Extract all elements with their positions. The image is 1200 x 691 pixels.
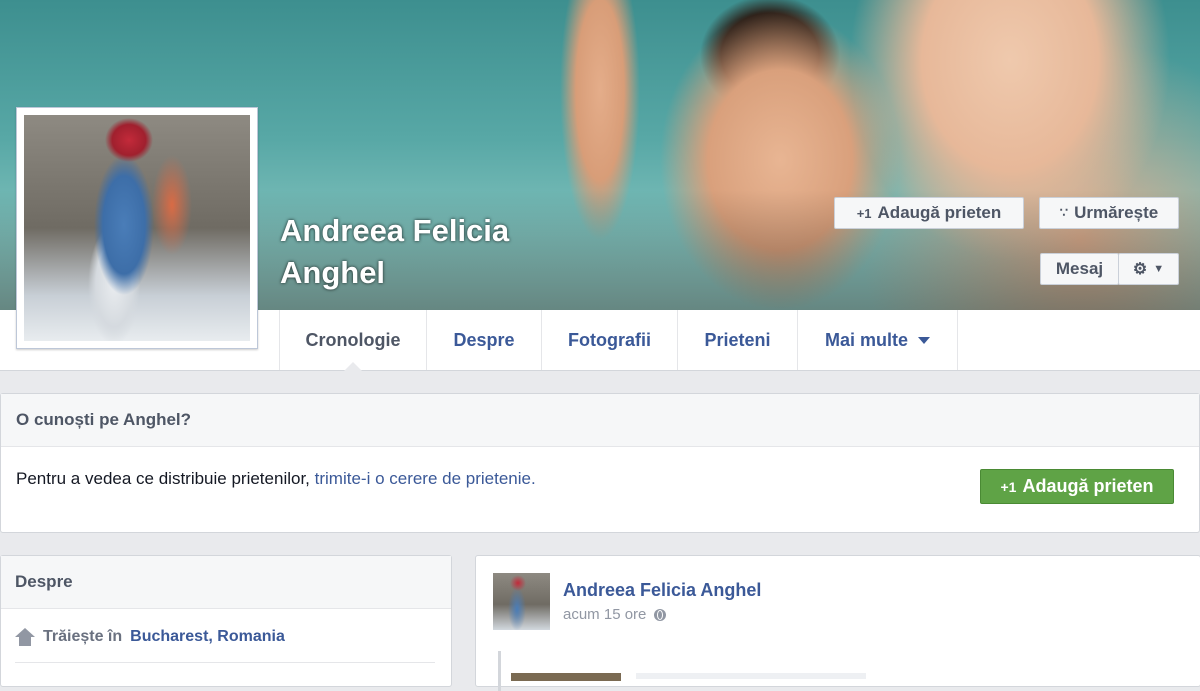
shared-content-border xyxy=(498,651,501,691)
tab-label: Mai multe xyxy=(824,329,908,350)
lives-in-label: Trăiește în xyxy=(43,628,123,645)
lives-in-row: Trăiește în Bucharest, Romania xyxy=(15,628,285,646)
add-friend-icon: +1 xyxy=(1000,478,1017,495)
globe-icon[interactable] xyxy=(654,608,667,621)
profile-picture-image xyxy=(24,115,250,341)
home-icon xyxy=(15,628,35,646)
timeline-post: Andreea Felicia Anghel acum 15 ore xyxy=(475,555,1200,691)
about-box: Despre Trăiește în Bucharest, Romania xyxy=(0,555,452,687)
tab-despre[interactable]: Despre xyxy=(426,310,541,370)
profile-name-line2: Anghel xyxy=(280,255,386,290)
lives-in-place-link[interactable]: Bucharest, Romania xyxy=(130,628,285,646)
post-meta: acum 15 ore xyxy=(563,606,667,623)
tab-label: Prieteni xyxy=(704,329,771,350)
settings-dropdown-button[interactable]: ⚙ ▼ xyxy=(1118,253,1179,285)
tab-prieteni[interactable]: Prieteni xyxy=(677,310,797,370)
rss-icon: ∵ xyxy=(1059,205,1069,220)
shared-content-title xyxy=(636,673,866,679)
tab-cronologie[interactable]: Cronologie xyxy=(279,310,426,371)
profile-picture[interactable] xyxy=(16,107,258,349)
divider xyxy=(15,662,435,663)
follow-label: Urmărește xyxy=(1074,203,1159,222)
follow-button[interactable]: ∵ Urmărește xyxy=(1039,197,1179,229)
add-friend-green-button[interactable]: +1 Adaugă prieten xyxy=(980,469,1174,504)
message-button[interactable]: Mesaj xyxy=(1040,253,1119,285)
tab-mai-multe[interactable]: Mai multe xyxy=(797,310,958,370)
know-box-description: Pentru a vedea ce distribuie prietenilor… xyxy=(16,469,315,488)
post-author-avatar[interactable] xyxy=(493,573,550,630)
add-friend-icon: +1 xyxy=(856,205,872,221)
shared-content-thumbnail[interactable] xyxy=(511,673,621,681)
add-friend-green-label: Adaugă prieten xyxy=(1022,476,1154,496)
gear-icon: ⚙ xyxy=(1132,261,1148,278)
tab-fotografii[interactable]: Fotografii xyxy=(541,310,677,370)
post-author-name[interactable]: Andreea Felicia Anghel xyxy=(563,580,761,601)
add-friend-button[interactable]: +1 Adaugă prieten xyxy=(834,197,1024,229)
post-timestamp[interactable]: acum 15 ore xyxy=(563,606,646,623)
chevron-down-icon xyxy=(918,336,930,344)
chevron-down-icon: ▼ xyxy=(1153,263,1165,275)
add-friend-label: Adaugă prieten xyxy=(877,203,1002,222)
know-person-box: O cunoști pe Anghel? Pentru a vedea ce d… xyxy=(0,393,1200,533)
tab-label: Despre xyxy=(453,329,515,350)
know-box-text: Pentru a vedea ce distribuie prietenilor… xyxy=(16,469,536,489)
friend-request-link[interactable]: trimite-i o cerere de prietenie. xyxy=(315,469,536,488)
tab-label: Fotografii xyxy=(568,329,651,350)
message-label: Mesaj xyxy=(1055,259,1104,278)
profile-name-line1: Andreea Felicia xyxy=(280,213,510,248)
know-box-heading: O cunoști pe Anghel? xyxy=(1,394,1199,447)
tab-label: Cronologie xyxy=(305,329,401,350)
profile-name: Andreea Felicia Anghel xyxy=(280,210,509,294)
about-heading: Despre xyxy=(1,556,451,609)
